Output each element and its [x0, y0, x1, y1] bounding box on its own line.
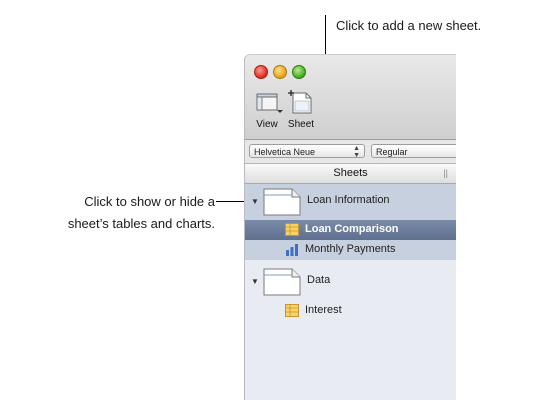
font-family-value: Helvetica Neue [254, 147, 316, 157]
numbers-window: View Sheet Helvetica Neue ▲ ▼ Regular She… [244, 54, 456, 400]
callout-show-hide-line1: Click to show or hide a [84, 194, 215, 209]
table-icon [285, 223, 299, 236]
resize-grip-icon[interactable]: || [443, 168, 448, 178]
sheets-list: ▼ Loan Information Loan Comparison Month… [245, 184, 456, 400]
sheet-label: Loan Information [307, 194, 390, 206]
zoom-window-button[interactable] [292, 65, 306, 79]
sheet-icon [263, 268, 301, 296]
table-item-loan-comparison[interactable]: Loan Comparison [245, 220, 456, 240]
close-window-button[interactable] [254, 65, 268, 79]
item-label: Interest [305, 304, 342, 316]
disclosure-triangle-icon[interactable]: ▼ [251, 277, 259, 286]
sheet-label: Data [307, 274, 331, 286]
table-icon [285, 304, 299, 317]
add-sheet-button[interactable]: Sheet [281, 87, 321, 130]
sheet-icon [263, 188, 301, 216]
add-sheet-button-label: Sheet [287, 119, 315, 130]
toolbar: View Sheet [245, 55, 456, 140]
font-style-popup[interactable]: Regular [371, 144, 456, 158]
sheet-row-data[interactable]: ▼ Data [245, 264, 456, 300]
sheets-pane-header: Sheets || [245, 164, 456, 184]
callout-show-hide-line2: sheet’s tables and charts. [67, 216, 215, 231]
item-label: Loan Comparison [305, 223, 399, 235]
chart-item-monthly-payments[interactable]: Monthly Payments [245, 240, 456, 260]
popup-arrows-icon: ▲ ▼ [353, 145, 360, 159]
callout-add-sheet: Click to add a new sheet. [336, 18, 482, 33]
font-style-value: Regular [376, 147, 408, 157]
callout-show-hide: Click to show or hide a sheet’s tables a… [68, 191, 215, 235]
disclosure-triangle-icon[interactable]: ▼ [251, 197, 259, 206]
format-bar: Helvetica Neue ▲ ▼ Regular [245, 140, 456, 164]
chart-icon [286, 244, 298, 256]
new-sheet-icon [288, 90, 312, 114]
sheets-header-label: Sheets [333, 167, 368, 179]
sheet-row-loan-information[interactable]: ▼ Loan Information [245, 184, 456, 220]
item-label: Monthly Payments [305, 243, 396, 255]
minimize-window-button[interactable] [273, 65, 287, 79]
table-item-interest[interactable]: Interest [245, 301, 456, 321]
font-family-popup[interactable]: Helvetica Neue ▲ ▼ [249, 144, 365, 159]
